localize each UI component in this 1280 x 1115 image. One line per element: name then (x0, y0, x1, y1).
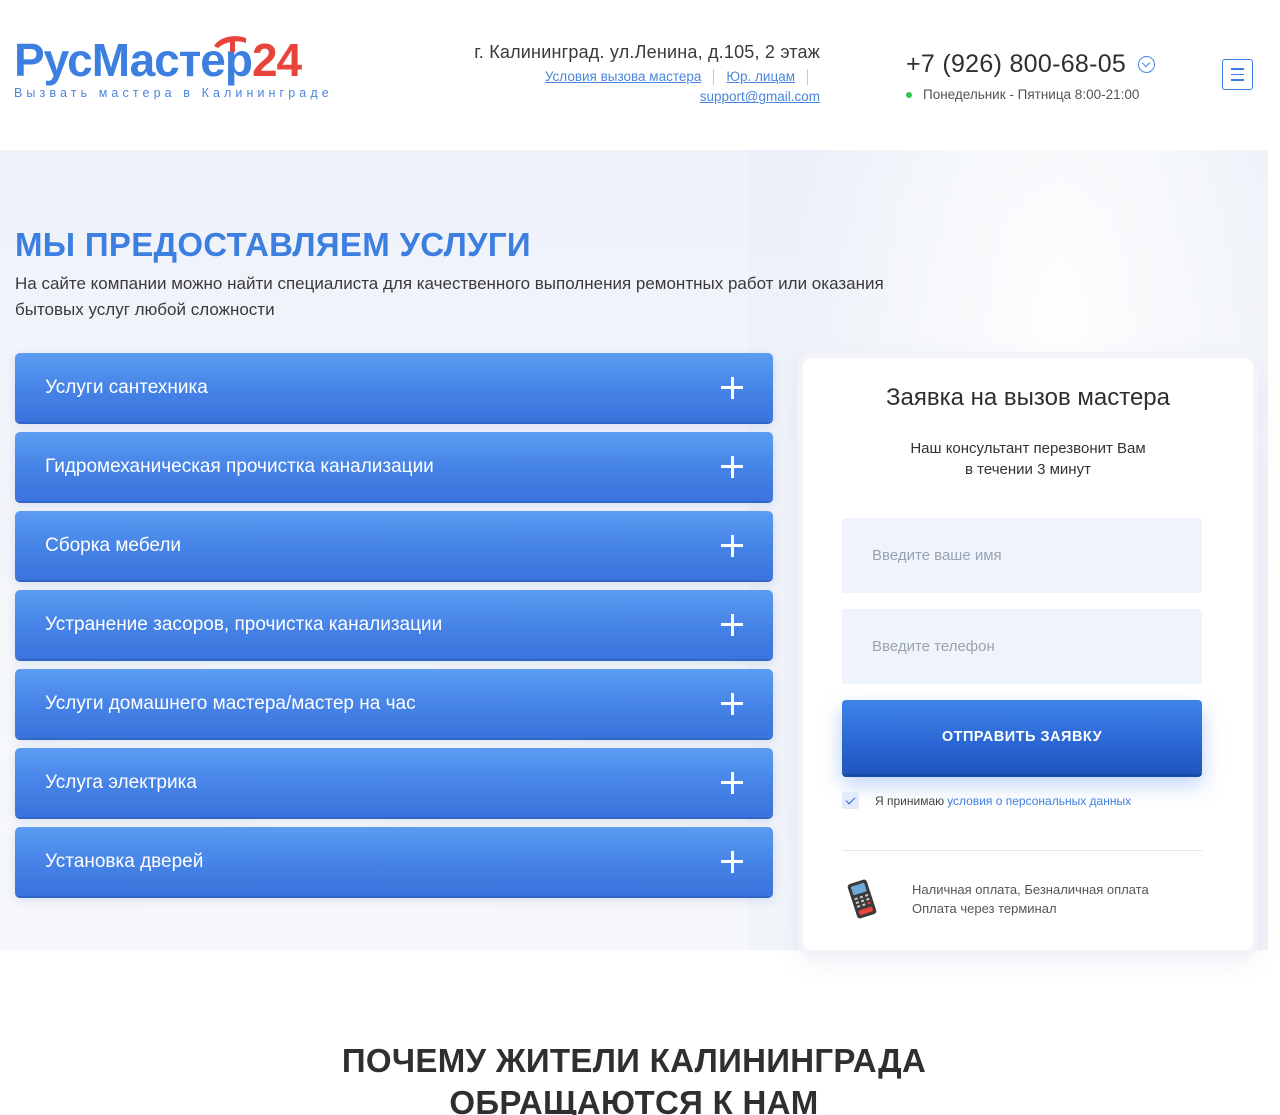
why-us-title: ПОЧЕМУ ЖИТЕЛИ КАЛИНИНГРАДА ОБРАЩАЮТСЯ К … (0, 1040, 1268, 1115)
service-label: Услуга электрика (45, 771, 197, 793)
service-label: Установка дверей (45, 850, 204, 872)
submit-button[interactable]: ОТПРАВИТЬ ЗАЯВКУ (842, 700, 1202, 774)
conditions-link[interactable]: Условия вызова мастера (545, 69, 702, 84)
service-item[interactable]: Сборка мебели (15, 511, 773, 580)
service-item[interactable]: Устранение засоров, прочистка канализаци… (15, 590, 773, 659)
hours-text: Понедельник - Пятница 8:00-21:00 (923, 87, 1140, 102)
form-subtitle-line: Наш консультант перезвонит Вам (910, 440, 1146, 457)
payment-info: Наличная оплата, Безналичная оплата Опла… (842, 878, 1149, 920)
service-label: Услуги домашнего мастера/мастер на час (45, 692, 416, 714)
contact-block: +7 (926) 800-68-05 Понедельник - Пятница… (906, 50, 1156, 102)
plus-icon[interactable] (721, 850, 743, 873)
address-block: г. Калининград. ул.Ленина, д.105, 2 этаж… (474, 42, 820, 104)
header-links: Условия вызова мастера Юр. лицам (474, 69, 820, 86)
phone-text: +7 (926) 800-68-05 (906, 50, 1127, 78)
payment-text: Наличная оплата, Безналичная оплата Опла… (912, 880, 1149, 918)
site-logo[interactable]: РусМастер24 Вызвать мастера в Калинингра… (14, 34, 354, 106)
divider (842, 850, 1202, 851)
plus-icon[interactable] (721, 455, 743, 478)
hammer-icon (214, 36, 246, 52)
plus-icon[interactable] (721, 613, 743, 636)
menu-icon (1231, 79, 1244, 81)
consent-row: Я принимаю условия о персональных данных (842, 792, 1131, 809)
logo-tagline: Вызвать мастера в Калининграде (14, 86, 333, 100)
plus-icon[interactable] (721, 692, 743, 715)
status-dot (906, 91, 912, 98)
service-item[interactable]: Гидромеханическая прочистка канализации (15, 432, 773, 501)
payment-methods: Наличная оплата, Безналичная оплата (912, 882, 1149, 897)
form-title: Заявка на вызов мастера (885, 384, 1170, 411)
menu-icon (1231, 73, 1244, 76)
chevron-down-icon[interactable] (1138, 56, 1156, 73)
why-us-title-line: ОБРАЩАЮТСЯ К НАМ (449, 1084, 819, 1115)
email-row: support@gmail.com (474, 89, 820, 104)
site-header: РусМастер24 Вызвать мастера в Калинингра… (0, 0, 1280, 150)
why-us-title-line: ПОЧЕМУ ЖИТЕЛИ КАЛИНИНГРАДА (341, 1042, 927, 1079)
address-text: г. Калининград. ул.Ленина, д.105, 2 этаж (474, 42, 820, 62)
service-label: Гидромеханическая прочистка канализации (45, 455, 434, 477)
payment-terminal-icon (847, 879, 877, 919)
section-title: МЫ ПРЕДОСТАВЛЯЕМ УСЛУГИ (15, 226, 531, 263)
email-link[interactable]: support@gmail.com (700, 89, 820, 104)
name-input[interactable] (842, 518, 1202, 593)
consent-text: Я принимаю (875, 793, 945, 808)
form-subtitle-line: в течении 3 минут (965, 461, 1091, 478)
service-label: Устранение засоров, прочистка канализаци… (45, 613, 443, 635)
service-label: Услуги сантехника (45, 376, 208, 398)
menu-button[interactable] (1222, 59, 1253, 90)
phone-input[interactable] (842, 609, 1202, 684)
divider (713, 69, 715, 86)
menu-icon (1231, 68, 1244, 70)
section-description: На сайте компании можно найти специалист… (15, 274, 884, 319)
service-item[interactable]: Услуги сантехника (15, 353, 773, 422)
service-item[interactable]: Услуги домашнего мастера/мастер на час (15, 669, 773, 738)
callback-form: Заявка на вызов мастера Наш консультант … (803, 358, 1253, 950)
plus-icon[interactable] (721, 534, 743, 557)
working-hours: Понедельник - Пятница 8:00-21:00 (906, 87, 1155, 102)
service-label: Сборка мебели (45, 534, 182, 556)
form-subtitle: Наш консультант перезвонит Вам в течении… (803, 438, 1253, 480)
phone-number[interactable]: +7 (926) 800-68-05 (906, 50, 1156, 79)
service-item[interactable]: Услуга электрика (15, 748, 773, 817)
service-item[interactable]: Установка дверей (15, 827, 773, 896)
services-accordion: Услуги сантехника Гидромеханическая проч… (15, 353, 773, 906)
logo-wordmark: РусМастер24 (14, 34, 302, 86)
legal-entities-link[interactable]: Юр. лицам (726, 69, 795, 84)
plus-icon[interactable] (721, 376, 743, 399)
plus-icon[interactable] (721, 771, 743, 794)
payment-terminal-note: Оплата через терминал (912, 901, 1057, 916)
consent-checkbox[interactable] (842, 792, 859, 809)
divider (807, 69, 808, 86)
privacy-terms-link[interactable]: условия о персональных данных (947, 794, 1131, 808)
